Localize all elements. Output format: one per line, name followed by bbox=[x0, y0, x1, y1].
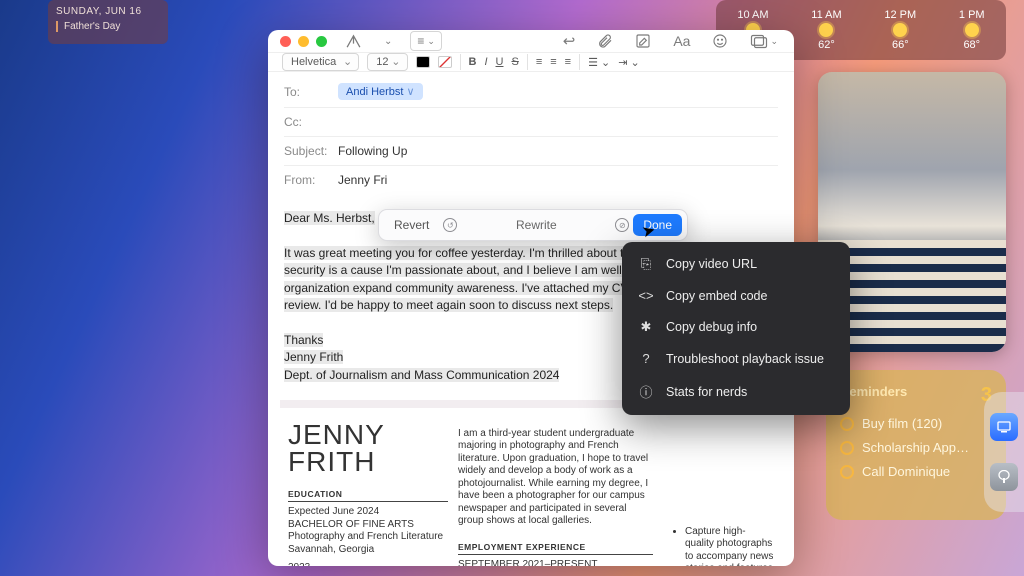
subject-field[interactable]: Following Up bbox=[338, 144, 407, 158]
bg-color[interactable] bbox=[438, 56, 452, 68]
italic-button[interactable]: I bbox=[484, 56, 487, 68]
ctx-troubleshoot[interactable]: ?Troubleshoot playback issue bbox=[622, 343, 850, 374]
circle-icon bbox=[840, 441, 854, 455]
font-select[interactable]: Helvetica bbox=[282, 53, 359, 71]
resume-attachment: JENNYFRITH EDUCATION Expected June 2024 … bbox=[280, 400, 782, 566]
subject-label: Subject: bbox=[284, 144, 330, 158]
popover-title: Rewrite bbox=[461, 218, 611, 232]
resume-text: SEPTEMBER 2021–PRESENT Photographer CAMP… bbox=[458, 559, 653, 566]
resume-bullets: Capture high-quality photographs to acco… bbox=[663, 422, 774, 566]
dock-app[interactable] bbox=[990, 463, 1018, 491]
reminders-widget[interactable]: Reminders3 Buy film (120) Scholarship Ap… bbox=[826, 370, 1006, 520]
ctx-copy-video-url[interactable]: ⎘Copy video URL bbox=[622, 248, 850, 280]
close-button[interactable] bbox=[280, 36, 291, 47]
weather-slot: 12 PM66° bbox=[884, 9, 916, 51]
dock bbox=[984, 392, 1024, 512]
align-right-button[interactable]: ≡ bbox=[565, 56, 571, 68]
to-label: To: bbox=[284, 85, 330, 99]
reminder-item[interactable]: Buy film (120) bbox=[840, 416, 992, 431]
bold-button[interactable]: B bbox=[469, 56, 477, 68]
done-button[interactable]: Done bbox=[633, 214, 682, 236]
cc-label: Cc: bbox=[284, 115, 330, 129]
revert-button[interactable]: Revert bbox=[384, 214, 439, 236]
align-left-button[interactable]: ≡ bbox=[536, 56, 542, 68]
from-label: From: bbox=[284, 173, 330, 187]
titlebar: ⌄ ≡ ⌄ ↩︎ Aa ⌄ bbox=[268, 30, 794, 53]
reply-icon[interactable]: ↩︎ bbox=[559, 30, 580, 52]
reminders-title: Reminders bbox=[840, 384, 907, 407]
list-button[interactable]: ☰ ⌄ bbox=[588, 56, 610, 69]
info-icon: ⓘ bbox=[638, 382, 654, 401]
send-button[interactable] bbox=[341, 31, 366, 52]
sun-icon bbox=[965, 23, 979, 37]
sun-icon bbox=[819, 23, 833, 37]
resume-section-education: EDUCATION bbox=[288, 489, 448, 502]
history-icon[interactable]: ↺ bbox=[443, 218, 457, 232]
reminder-item[interactable]: Scholarship App… bbox=[840, 440, 992, 455]
link-icon: ⎘ bbox=[638, 256, 654, 272]
align-center-button[interactable]: ≡ bbox=[550, 56, 556, 68]
weather-slot: 1 PM68° bbox=[959, 9, 985, 51]
resume-name: JENNYFRITH bbox=[288, 422, 448, 475]
ctx-stats[interactable]: ⓘStats for nerds bbox=[622, 374, 850, 409]
send-menu[interactable]: ⌄ bbox=[380, 34, 396, 49]
resume-section-employment: EMPLOYMENT EXPERIENCE bbox=[458, 542, 653, 555]
resume-summary: I am a third-year student undergraduate … bbox=[458, 428, 653, 528]
ctx-copy-debug[interactable]: ✱Copy debug info bbox=[622, 311, 850, 343]
reminder-item[interactable]: Call Dominique bbox=[840, 464, 992, 479]
body-sig: Dept. of Journalism and Mass Communicati… bbox=[284, 368, 559, 382]
calendar-event[interactable]: Father's Day bbox=[56, 21, 160, 32]
markup-icon[interactable] bbox=[631, 31, 655, 51]
format-bar: Helvetica 12 B I U S ≡ ≡ ≡ ☰ ⌄ ⇥ ⌄ bbox=[268, 53, 794, 72]
resume-text: Expected June 2024 BACHELOR OF FINE ARTS… bbox=[288, 506, 448, 566]
code-icon: <> bbox=[638, 288, 654, 303]
recipient-pill[interactable]: Andi Herbst bbox=[338, 83, 423, 100]
circle-icon bbox=[840, 465, 854, 479]
question-icon: ? bbox=[638, 351, 654, 366]
context-menu: ⎘Copy video URL <>Copy embed code ✱Copy … bbox=[622, 242, 850, 415]
minimize-button[interactable] bbox=[298, 36, 309, 47]
bug-icon: ✱ bbox=[638, 319, 654, 335]
sun-icon bbox=[893, 23, 907, 37]
text-color[interactable] bbox=[416, 56, 430, 68]
calendar-widget[interactable]: SUNDAY, JUN 16 Father's Day bbox=[48, 0, 168, 44]
body-greeting: Dear Ms. Herbst, bbox=[284, 211, 375, 225]
zoom-button[interactable] bbox=[316, 36, 327, 47]
strike-button[interactable]: S bbox=[511, 56, 518, 68]
message-headers: To: Andi Herbst Cc: Subject: Following U… bbox=[268, 72, 794, 198]
emoji-button[interactable] bbox=[708, 31, 732, 51]
header-fields-button[interactable]: ≡ ⌄ bbox=[410, 31, 442, 51]
writing-tools-popover: Revert ↺ Rewrite ⊘ Done bbox=[378, 209, 688, 241]
body-sig: Thanks bbox=[284, 333, 323, 347]
underline-button[interactable]: U bbox=[496, 56, 504, 68]
font-button[interactable]: Aa bbox=[669, 31, 694, 51]
redo-icon[interactable]: ⊘ bbox=[615, 218, 629, 232]
from-field[interactable]: Jenny Fri bbox=[338, 173, 387, 187]
attach-icon[interactable] bbox=[593, 31, 617, 51]
weather-slot: 11 AM62° bbox=[811, 9, 841, 51]
circle-icon bbox=[840, 417, 854, 431]
calendar-date: SUNDAY, JUN 16 bbox=[56, 6, 160, 17]
ctx-copy-embed[interactable]: <>Copy embed code bbox=[622, 280, 850, 311]
media-button[interactable]: ⌄ bbox=[746, 32, 782, 51]
indent-button[interactable]: ⇥ ⌄ bbox=[618, 56, 640, 69]
dock-app[interactable] bbox=[990, 413, 1018, 441]
size-select[interactable]: 12 bbox=[367, 53, 407, 71]
body-sig: Jenny Frith bbox=[284, 350, 343, 364]
